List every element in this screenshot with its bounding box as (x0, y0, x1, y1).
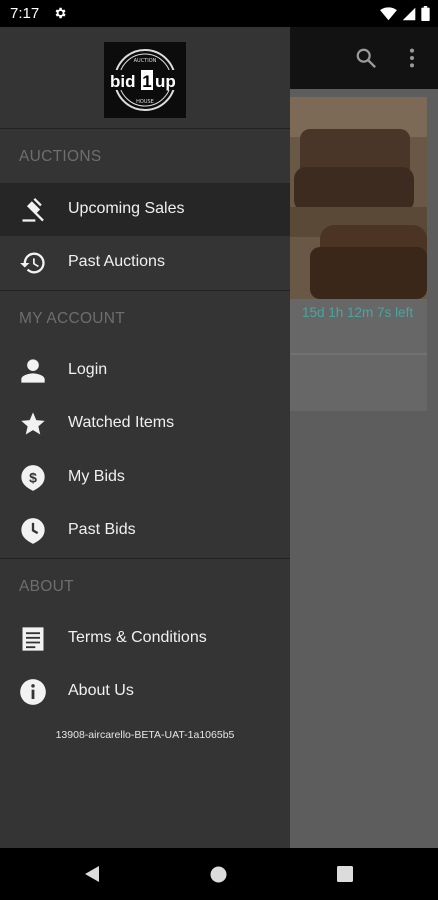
menu-item-label: About Us (68, 682, 134, 699)
search-icon[interactable] (355, 47, 377, 69)
clock-pin-icon (21, 518, 45, 544)
menu-item-label: Past Bids (68, 521, 136, 538)
dollar-pin-icon: $ (21, 465, 45, 491)
settings-gear-icon (55, 7, 66, 19)
back-icon[interactable] (84, 865, 100, 883)
section-title-my-account: MY ACCOUNT (19, 310, 126, 327)
svg-text:$: $ (29, 470, 37, 486)
time-remaining: 15d 1h 12m 7s left (302, 305, 414, 320)
status-icons (380, 6, 430, 21)
menu-item-label: My Bids (68, 468, 125, 485)
history-icon (20, 252, 45, 274)
drawer-divider (0, 128, 290, 129)
menu-item-past-auctions[interactable]: Past Auctions (0, 236, 290, 289)
signal-icon (402, 7, 416, 20)
app-version: 13908-aircarello-BETA-UAT-1a1065b5 (55, 729, 235, 741)
auction-item-photo[interactable] (290, 97, 427, 299)
document-icon (22, 627, 44, 651)
card-divider (290, 353, 427, 355)
menu-item-watched-items[interactable]: Watched Items (0, 397, 290, 450)
svg-text:HOUSE: HOUSE (136, 99, 154, 105)
wifi-icon (380, 6, 397, 20)
svg-text:AUCTION: AUCTION (134, 58, 157, 64)
menu-item-label: Login (68, 361, 108, 378)
info-icon (20, 679, 46, 705)
star-icon (21, 412, 45, 435)
menu-item-upcoming-sales[interactable]: Upcoming Sales (0, 183, 290, 236)
bid1up-logo: AUCTION HOUSE bid 1 up (104, 42, 186, 118)
menu-item-label: Watched Items (68, 414, 175, 431)
section-title-about: ABOUT (19, 578, 74, 595)
menu-item-login[interactable]: Login (0, 344, 290, 397)
battery-icon (421, 6, 430, 21)
svg-text:bid: bid (110, 72, 136, 91)
menu-item-label: Terms & Conditions (68, 629, 207, 646)
menu-item-past-bids[interactable]: Past Bids (0, 504, 290, 557)
svg-text:up: up (155, 72, 176, 91)
drawer-divider (0, 558, 290, 559)
menu-item-label: Past Auctions (68, 253, 165, 270)
gavel-icon (22, 197, 44, 222)
drawer-divider (0, 290, 290, 291)
menu-item-my-bids[interactable]: $ My Bids (0, 451, 290, 504)
person-icon (21, 359, 45, 383)
menu-item-label: Upcoming Sales (68, 200, 185, 217)
menu-item-terms-conditions[interactable]: Terms & Conditions (0, 612, 290, 665)
svg-text:1: 1 (142, 72, 151, 91)
recents-icon[interactable] (337, 866, 353, 882)
section-title-auctions: AUCTIONS (19, 148, 102, 165)
more-vert-icon[interactable] (406, 47, 418, 69)
menu-item-about-us[interactable]: About Us (0, 665, 290, 718)
system-nav-bar (0, 848, 438, 900)
sofa-photo-image (290, 97, 427, 299)
status-time: 7:17 (10, 5, 40, 22)
home-icon[interactable] (210, 866, 227, 883)
